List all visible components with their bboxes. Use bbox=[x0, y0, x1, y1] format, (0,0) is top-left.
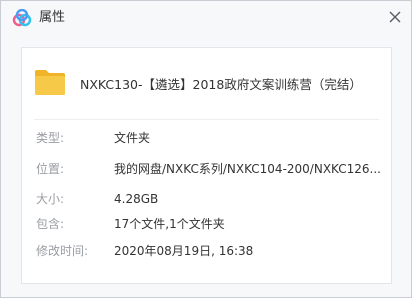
property-value[interactable]: 我的网盘/NXKC系列/NXKC104-200/NXKC126... bbox=[114, 160, 380, 178]
property-label: 类型: bbox=[36, 131, 65, 145]
dialog-title: 属性 bbox=[39, 10, 66, 25]
close-icon[interactable] bbox=[384, 6, 406, 28]
property-label: 大小: bbox=[36, 192, 65, 206]
file-name: NXKC130-【遴选】2018政府文案训练营（完结） bbox=[80, 77, 362, 92]
property-value: 4.28GB bbox=[114, 192, 159, 206]
property-label: 包含: bbox=[36, 217, 65, 231]
property-row-location: 位置: 我的网盘/NXKC系列/NXKC104-200/NXKC126... bbox=[22, 160, 391, 178]
properties-panel: NXKC130-【遴选】2018政府文案训练营（完结） 类型: 文件夹 位置: … bbox=[21, 47, 392, 284]
divider bbox=[34, 119, 379, 120]
property-value: 17个文件,1个文件夹 bbox=[114, 217, 225, 231]
baidu-netdisk-cloud-icon bbox=[12, 9, 32, 27]
property-row-type: 类型: 文件夹 bbox=[22, 129, 391, 147]
property-row-contains: 包含: 17个文件,1个文件夹 bbox=[22, 215, 391, 233]
property-label: 修改时间: bbox=[36, 244, 89, 258]
properties-dialog: 属性 NXKC130-【遴选】2018政府文案训练营（完结） 类型: 文件夹 位… bbox=[0, 0, 412, 298]
property-label: 位置: bbox=[36, 162, 65, 176]
property-value: 文件夹 bbox=[114, 131, 151, 145]
folder-icon bbox=[35, 70, 65, 95]
property-row-modified: 修改时间: 2020年08月19日, 16:38 bbox=[22, 242, 391, 260]
property-row-size: 大小: 4.28GB bbox=[22, 190, 391, 208]
property-value: 2020年08月19日, 16:38 bbox=[114, 244, 254, 258]
title-bar[interactable]: 属性 bbox=[1, 1, 411, 35]
file-header: NXKC130-【遴选】2018政府文案训练营（完结） bbox=[22, 48, 391, 122]
